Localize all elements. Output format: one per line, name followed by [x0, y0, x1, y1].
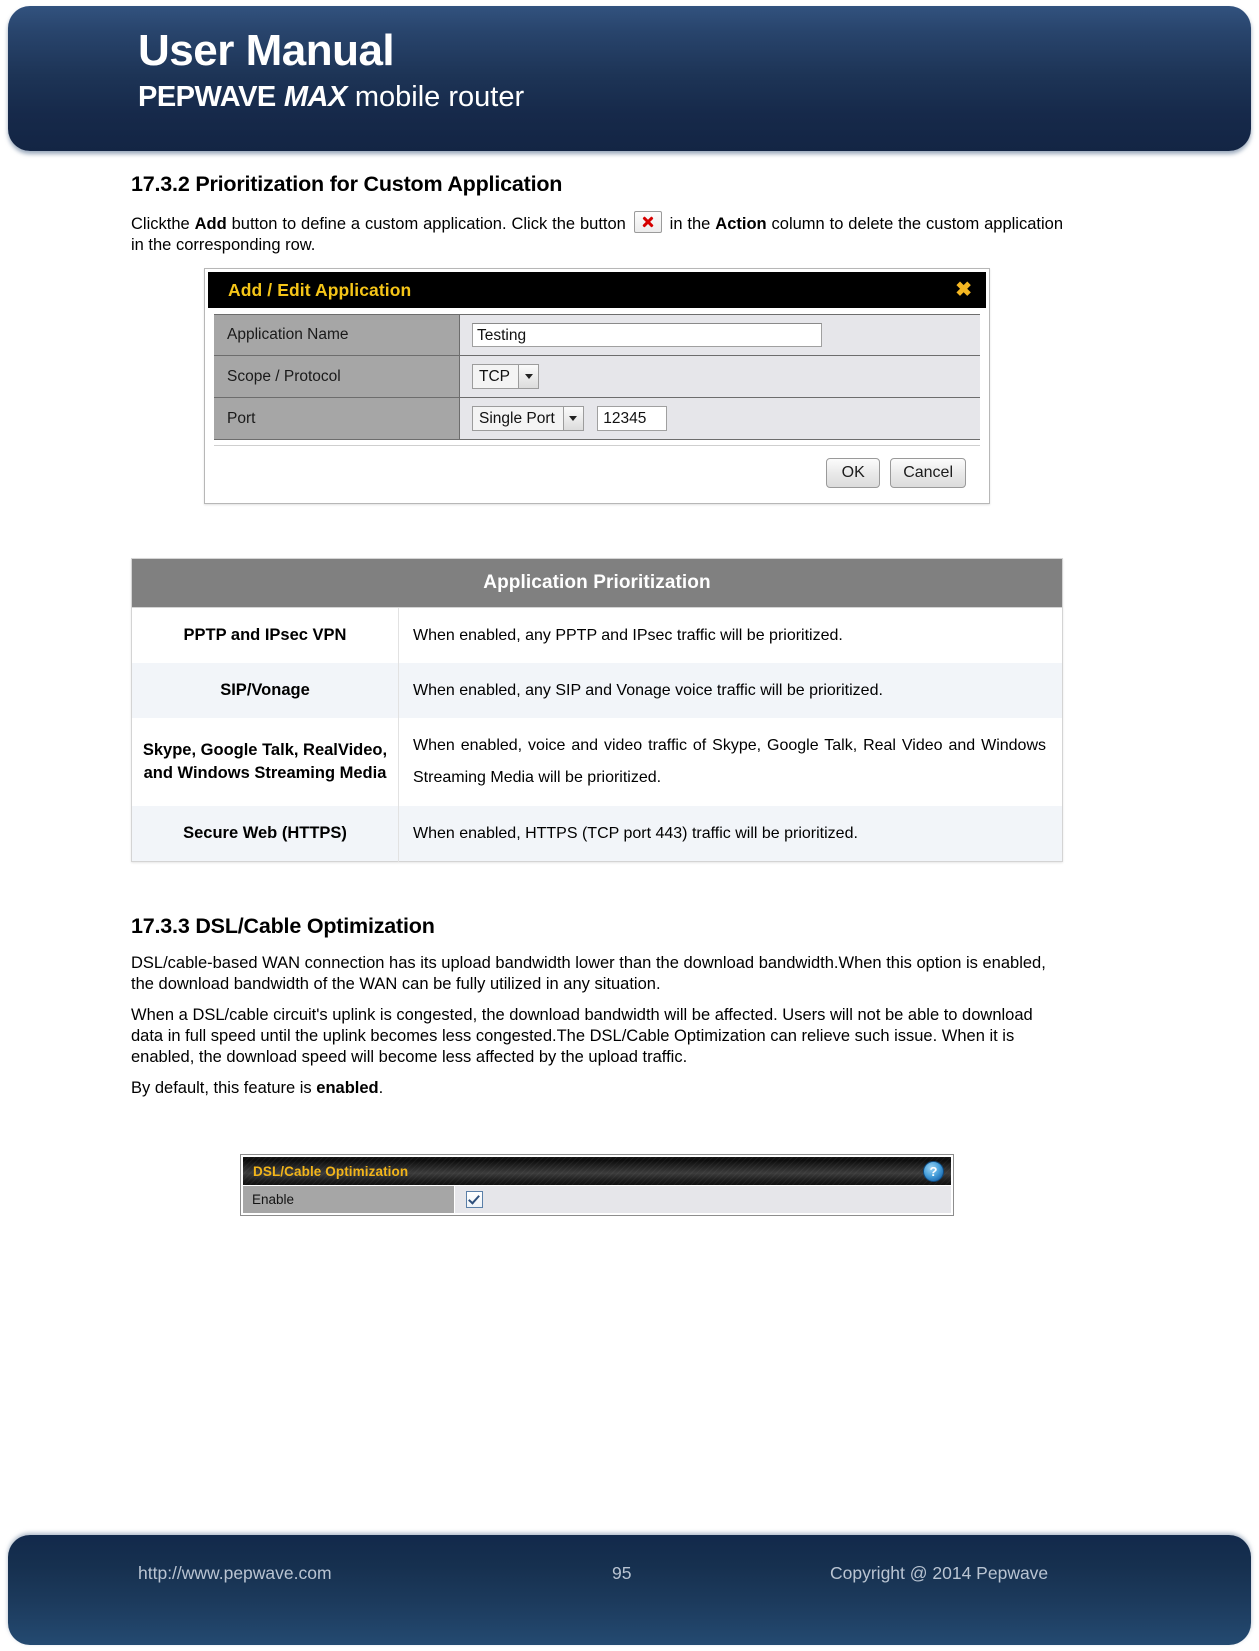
scope-protocol-value-cell: TCP	[459, 355, 980, 398]
widget-title: DSL/Cable Optimization	[253, 1163, 409, 1179]
chevron-down-icon	[562, 407, 583, 430]
port-type-select[interactable]: Single Port	[472, 406, 584, 431]
chevron-down-icon	[518, 365, 538, 388]
spec-key-pptp-ipsec-vpn: PPTP and IPsec VPN	[131, 607, 399, 663]
spec-key-secure-web-https: Secure Web (HTTPS)	[131, 806, 399, 862]
default-text-suffix: .	[378, 1079, 384, 1097]
cancel-button[interactable]: Cancel	[890, 458, 966, 488]
product-subtitle: PEPWAVE MAX mobile router	[138, 82, 524, 112]
dialog-footer: OK Cancel	[214, 445, 980, 500]
dialog-body: Application Name Testing Scope / Protoco…	[208, 308, 986, 500]
intro-text-part1: Clickthe	[131, 215, 195, 233]
table-row: SIP/Vonage When enabled, any SIP and Von…	[131, 663, 1063, 718]
brand-name: PEPWAVE	[138, 81, 276, 114]
port-number-input[interactable]: 12345	[597, 406, 668, 431]
section-heading-17-3-3: 17.3.3 DSL/Cable Optimization	[131, 914, 435, 938]
port-type-selected-value: Single Port	[473, 407, 563, 430]
scope-protocol-select[interactable]: TCP	[472, 364, 539, 389]
widget-header-bar: DSL/Cable Optimization ?	[243, 1157, 951, 1185]
port-value-cell: Single Port 12345	[459, 397, 980, 440]
spec-key-sip-vonage: SIP/Vonage	[131, 663, 399, 718]
section-heading-17-3-2: 17.3.2 Prioritization for Custom Applica…	[131, 172, 563, 196]
add-edit-application-dialog-figure: Add / Edit Application ✖ Application Nam…	[204, 268, 990, 504]
dialog-titlebar: Add / Edit Application ✖	[208, 272, 986, 308]
page-footer-banner: http://www.pepwave.com 95 Copyright @ 20…	[8, 1535, 1251, 1645]
footer-copyright: Copyright @ 2014 Pepwave	[830, 1562, 1049, 1583]
table-row: PPTP and IPsec VPN When enabled, any PPT…	[131, 607, 1063, 663]
spec-value-sip-vonage: When enabled, any SIP and Vonage voice t…	[398, 663, 1063, 718]
paragraph-dsl-cable-3: By default, this feature is enabled.	[131, 1078, 1063, 1099]
page-header-banner: User Manual PEPWAVE MAX mobile router	[8, 6, 1251, 151]
spec-table-header-row: Application Prioritization	[131, 558, 1063, 608]
table-row: Secure Web (HTTPS) When enabled, HTTPS (…	[131, 806, 1063, 862]
header-text-block: User Manual PEPWAVE MAX mobile router	[138, 26, 524, 113]
action-keyword: Action	[715, 215, 767, 233]
paragraph-dsl-cable-2: When a DSL/cable circuit's uplink is con…	[131, 1006, 1033, 1066]
enable-checkbox[interactable]	[466, 1191, 483, 1208]
add-edit-application-dialog: Add / Edit Application ✖ Application Nam…	[204, 268, 990, 504]
enable-value-cell	[455, 1186, 951, 1213]
enabled-keyword: enabled	[316, 1079, 379, 1097]
help-question-icon[interactable]: ?	[923, 1160, 944, 1182]
application-prioritization-table: Application Prioritization PPTP and IPse…	[131, 558, 1063, 862]
port-label: Port	[214, 397, 460, 440]
spec-table-title: Application Prioritization	[131, 558, 1063, 608]
scope-protocol-selected-value: TCP	[473, 365, 518, 388]
delete-x-icon	[633, 211, 662, 233]
form-row-application-name: Application Name Testing	[214, 314, 980, 356]
footer-website-link[interactable]: http://www.pepwave.com	[138, 1563, 332, 1584]
close-icon[interactable]: ✖	[955, 280, 972, 300]
model-name: MAX	[283, 81, 347, 114]
application-form-table: Application Name Testing Scope / Protoco…	[214, 314, 980, 440]
paragraph-dsl-cable-1: DSL/cable-based WAN connection has its u…	[131, 954, 1046, 993]
application-name-value-cell: Testing	[459, 314, 980, 356]
default-text-prefix: By default, this feature is	[131, 1079, 317, 1097]
dialog-title: Add / Edit Application	[228, 279, 412, 300]
manual-title: User Manual	[138, 26, 395, 75]
scope-protocol-label: Scope / Protocol	[214, 355, 460, 398]
intro-text-part2: button to define a custom application. C…	[226, 215, 631, 233]
widget-row-enable: Enable	[243, 1185, 951, 1213]
intro-text-part3: in the	[664, 215, 716, 233]
spec-value-skype-google-talk: When enabled, voice and video traffic of…	[398, 718, 1063, 806]
ok-button[interactable]: OK	[826, 458, 881, 488]
spec-key-skype-google-talk: Skype, Google Talk, RealVideo, and Windo…	[131, 718, 399, 806]
add-keyword: Add	[194, 215, 227, 233]
paragraph-17-3-2-intro: Clickthe Add button to define a custom a…	[131, 211, 1063, 256]
application-name-label: Application Name	[214, 314, 460, 356]
form-row-scope-protocol: Scope / Protocol TCP	[214, 355, 980, 398]
spec-value-pptp-ipsec-vpn: When enabled, any PPTP and IPsec traffic…	[398, 607, 1063, 663]
form-row-port: Port Single Port 12345	[214, 397, 980, 440]
table-row: Skype, Google Talk, RealVideo, and Windo…	[131, 718, 1063, 806]
spec-value-secure-web-https: When enabled, HTTPS (TCP port 443) traff…	[398, 806, 1063, 862]
document-content: 17.3.2 Prioritization for Custom Applica…	[131, 160, 1063, 1216]
product-tagline: mobile router	[354, 81, 525, 114]
application-name-input[interactable]: Testing	[472, 323, 822, 347]
enable-label: Enable	[243, 1186, 455, 1213]
dsl-cable-optimization-widget: DSL/Cable Optimization ? Enable	[240, 1154, 954, 1216]
footer-page-number: 95	[612, 1562, 632, 1583]
